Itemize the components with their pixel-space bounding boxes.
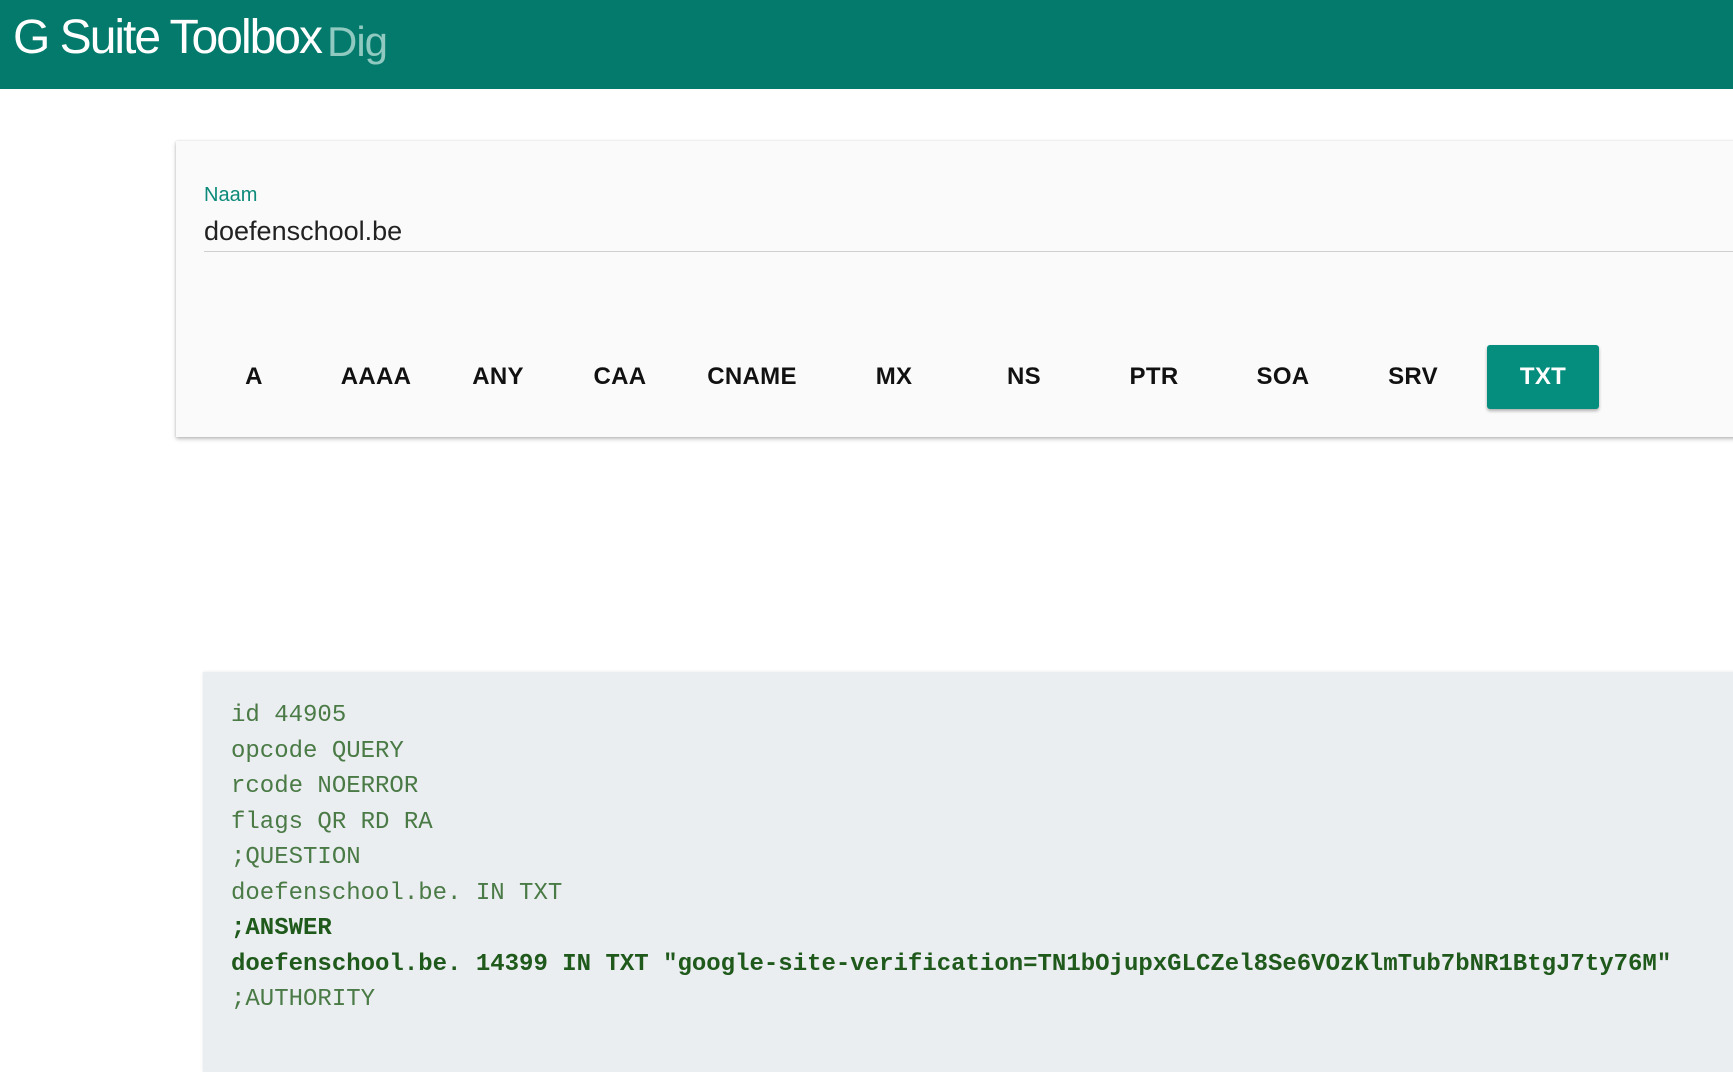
result-line-question-header: ;QUESTION [231, 844, 361, 871]
result-line-rcode: rcode NOERROR [231, 773, 419, 800]
result-line-authority-header: ;AUTHORITY [231, 986, 376, 1013]
record-type-mx-button[interactable]: MX [838, 345, 950, 409]
query-card: Naam A AAAA ANY CAA CNAME MX NS PTR SOA … [176, 141, 1733, 437]
record-type-a-button[interactable]: A [198, 345, 310, 409]
record-type-caa-button[interactable]: CAA [564, 345, 676, 409]
result-line-opcode: opcode QUERY [231, 737, 404, 765]
name-field[interactable] [204, 211, 1733, 252]
record-type-aaaa-button[interactable]: AAAA [320, 345, 432, 409]
record-type-cname-button[interactable]: CNAME [684, 345, 820, 409]
record-type-txt-button[interactable]: TXT [1487, 345, 1599, 409]
dig-result-panel: id 44905 opcode QUERY rcode NOERROR flag… [203, 672, 1733, 1072]
record-type-soa-button[interactable]: SOA [1227, 345, 1339, 409]
result-line-flags: flags QR RD RA [231, 808, 433, 836]
record-type-any-button[interactable]: ANY [442, 345, 554, 409]
result-line-question: doefenschool.be. IN TXT [231, 879, 563, 907]
record-type-ptr-button[interactable]: PTR [1098, 345, 1210, 409]
result-line-answer-header: ;ANSWER [231, 915, 332, 942]
name-field-label: Naam [204, 184, 258, 206]
app-brand[interactable]: G Suite Toolbox [13, 10, 323, 65]
record-type-srv-button[interactable]: SRV [1357, 345, 1469, 409]
result-line-id: id 44905 [231, 702, 347, 729]
app-header: G Suite Toolbox Dig [0, 0, 1733, 89]
record-type-ns-button[interactable]: NS [968, 345, 1080, 409]
tool-title: Dig [327, 18, 388, 65]
result-line-answer-record: doefenschool.be. 14399 IN TXT "google-si… [231, 950, 1672, 978]
